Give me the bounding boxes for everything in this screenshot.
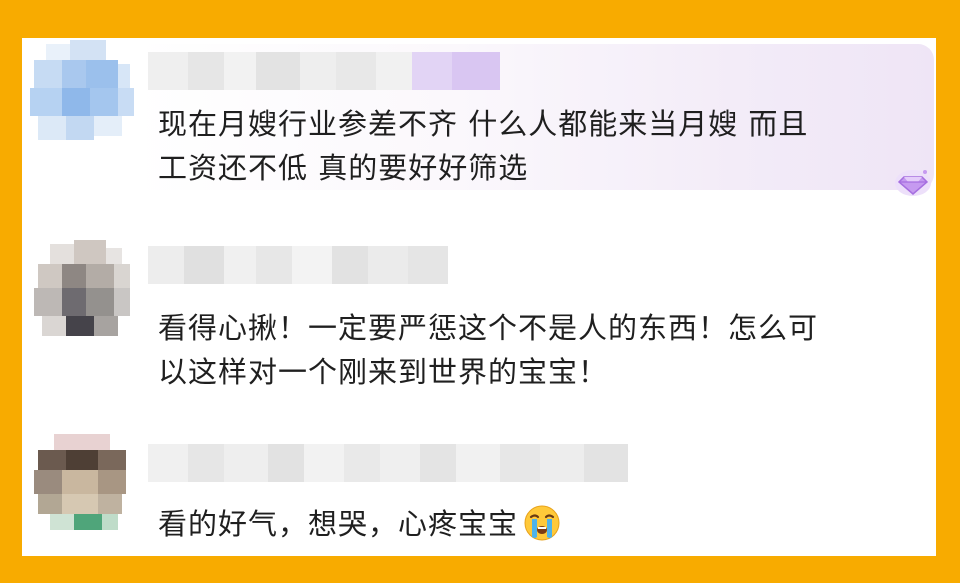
avatar[interactable]	[30, 40, 134, 144]
comment-item: 看得心揪！一定要严惩这个不是人的东西！怎么可 以这样对一个刚来到世界的宝宝！	[22, 228, 936, 428]
comment-item: 现在月嫂行业参差不齐 什么人都能来当月嫂 而且 工资还不低 真的要好好筛选	[22, 38, 936, 208]
comment-line-text: 看的好气，想哭，心疼宝宝	[158, 507, 519, 541]
comment-text: 看得心揪！一定要严惩这个不是人的东西！怎么可 以这样对一个刚来到世界的宝宝！	[158, 306, 818, 394]
username[interactable]	[148, 246, 448, 284]
purple-gem-icon	[895, 170, 931, 196]
comment-line: 以这样对一个刚来到世界的宝宝！	[158, 355, 609, 389]
comment-line: 工资还不低 真的要好好筛选	[158, 151, 529, 185]
avatar[interactable]	[30, 430, 134, 534]
comment-text: 看的好气，想哭，心疼宝宝	[158, 502, 562, 546]
comment-item: 看的好气，想哭，心疼宝宝	[22, 430, 936, 556]
username[interactable]	[148, 52, 504, 90]
blurred-avatar-icon	[30, 236, 134, 340]
comment-line: 现在月嫂行业参差不齐 什么人都能来当月嫂 而且	[158, 107, 809, 141]
comments-panel: 现在月嫂行业参差不齐 什么人都能来当月嫂 而且 工资还不低 真的要好好筛选 看得…	[22, 38, 936, 556]
comment-line: 看的好气，想哭，心疼宝宝	[158, 502, 562, 546]
blurred-avatar-icon	[30, 430, 134, 534]
comment-line: 看得心揪！一定要严惩这个不是人的东西！怎么可	[158, 311, 819, 345]
username[interactable]	[148, 444, 628, 482]
comment-text: 现在月嫂行业参差不齐 什么人都能来当月嫂 而且 工资还不低 真的要好好筛选	[158, 102, 808, 190]
avatar[interactable]	[30, 236, 134, 340]
crying-face-icon	[524, 505, 560, 541]
blurred-avatar-icon	[30, 40, 134, 144]
